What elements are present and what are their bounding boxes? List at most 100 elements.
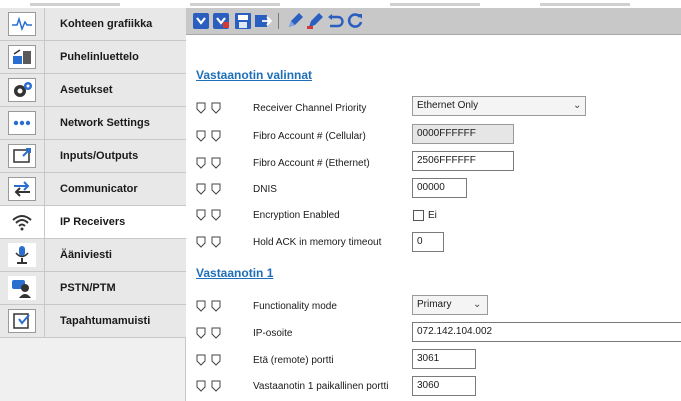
shield-icon (211, 102, 221, 114)
sidebar-divider (44, 206, 45, 238)
sidebar-divider (44, 305, 45, 337)
top-strip-segment (540, 3, 630, 6)
io-icon (8, 144, 36, 168)
sidebar-item-label: Communicator (60, 183, 138, 195)
sidebar-item-label: PSTN/PTM (60, 282, 116, 294)
top-strip-segment (30, 3, 120, 6)
row-status-icons (196, 354, 222, 368)
top-strip-segment (190, 3, 280, 6)
hold-ack-timeout-label: Hold ACK in memory timeout (253, 237, 382, 248)
dnis-field[interactable]: 00000 (412, 178, 467, 198)
sidebar-item-label: Inputs/Outputs (60, 150, 139, 162)
edit-icon[interactable] (286, 12, 304, 30)
sidebar-item-kohteen-grafiikka[interactable]: Kohteen grafiikka (0, 8, 186, 41)
shield-icon (211, 157, 221, 169)
shield-icon (196, 236, 206, 248)
sidebar-item-label: Network Settings (60, 117, 150, 129)
sidebar-divider (44, 239, 45, 271)
shield-icon (196, 130, 206, 142)
shield-icon (211, 327, 221, 339)
ip-address-field[interactable]: 072.142.104.002 (412, 322, 681, 342)
select-value: Primary (417, 299, 452, 310)
section-title-receiver-options: Vastaanotin valinnat (196, 68, 313, 82)
sidebar-item-label: Kohteen grafiikka (60, 18, 153, 30)
sidebar-item-label: IP Receivers (60, 216, 126, 228)
shield-icon (196, 380, 206, 392)
arrows-icon (8, 177, 36, 201)
row-status-icons (196, 102, 222, 116)
encryption-enabled-value: Ei (428, 210, 437, 221)
encryption-enabled-label: Encryption Enabled (253, 210, 340, 221)
dnis-label: DNIS (253, 184, 277, 195)
fibro-account-ethernet-label: Fibro Account # (Ethernet) (253, 158, 370, 169)
fibro-account-cellular-field[interactable]: 0000FFFFFF (412, 124, 514, 144)
phone-person-icon (8, 276, 36, 300)
shield-icon (196, 354, 206, 366)
sidebar-divider (44, 173, 45, 205)
edit-alt-icon[interactable] (306, 12, 324, 30)
transfer-icon[interactable] (254, 12, 273, 30)
sidebar-item-puhelinluettelo[interactable]: Puhelinluettelo (0, 41, 186, 74)
refresh-icon[interactable] (346, 12, 364, 30)
sidebar-item-tapahtumamuisti[interactable]: Tapahtumamuisti (0, 305, 186, 338)
shield-icon (196, 327, 206, 339)
sidebar: Kohteen grafiikka Puhelinluettelo Asetuk… (0, 8, 187, 401)
shield-icon (196, 300, 206, 312)
sidebar-divider (44, 8, 45, 40)
sidebar-item-aaniviesti[interactable]: Ääniviesti (0, 239, 186, 272)
shield-icon (211, 183, 221, 195)
sidebar-divider (44, 107, 45, 139)
shield-icon (196, 157, 206, 169)
row-status-icons (196, 300, 222, 314)
undo-icon[interactable] (326, 12, 344, 30)
chevron-down-icon: ⌄ (573, 100, 582, 111)
shield-icon (196, 209, 206, 221)
ip-address-label: IP-osoite (253, 328, 293, 339)
row-status-icons (196, 209, 222, 223)
hold-ack-timeout-field[interactable]: 0 (412, 232, 444, 252)
row-status-icons (196, 183, 222, 197)
row-status-icons (196, 130, 222, 144)
download-icon[interactable] (192, 12, 210, 30)
sidebar-item-label: Puhelinluettelo (60, 51, 139, 63)
sidebar-item-asetukset[interactable]: Asetukset (0, 74, 186, 107)
toolbar (186, 8, 681, 35)
shield-icon (211, 354, 221, 366)
fibro-account-ethernet-field[interactable]: 2506FFFFFF (412, 151, 514, 171)
functionality-mode-select[interactable]: Primary ⌄ (412, 295, 488, 315)
remote-port-field[interactable]: 3061 (412, 349, 476, 369)
encryption-enabled-checkbox[interactable] (413, 210, 424, 221)
row-status-icons (196, 380, 222, 394)
shield-icon (211, 130, 221, 142)
row-status-icons (196, 327, 222, 341)
toolbar-separator (278, 13, 279, 29)
functionality-mode-label: Functionality mode (253, 301, 337, 312)
local-port-label: Vastaanotin 1 paikallinen portti (253, 381, 389, 392)
shield-icon (196, 183, 206, 195)
row-status-icons (196, 157, 222, 171)
shield-icon (211, 300, 221, 312)
dots-icon (8, 111, 36, 135)
microphone-person-icon (8, 243, 36, 267)
shield-icon (196, 102, 206, 114)
sidebar-divider (44, 74, 45, 106)
select-value: Ethernet Only (417, 100, 479, 111)
sidebar-divider (44, 272, 45, 304)
sidebar-item-pstn-ptm[interactable]: PSTN/PTM (0, 272, 186, 305)
fibro-account-cellular-label: Fibro Account # (Cellular) (253, 131, 366, 142)
save-icon[interactable] (234, 12, 252, 30)
sidebar-item-label: Ääniviesti (60, 249, 112, 261)
receiver-channel-priority-select[interactable]: Ethernet Only ⌄ (412, 96, 586, 116)
sidebar-item-inputs-outputs[interactable]: Inputs/Outputs (0, 140, 186, 173)
upload-icon[interactable] (212, 12, 230, 30)
local-port-field[interactable]: 3060 (412, 376, 476, 396)
top-strip (0, 0, 681, 8)
sidebar-item-ip-receivers[interactable]: IP Receivers (0, 206, 187, 239)
sidebar-item-network-settings[interactable]: Network Settings (0, 107, 186, 140)
chevron-down-icon: ⌄ (473, 299, 482, 310)
wifi-icon (8, 210, 36, 234)
sidebar-divider (44, 41, 45, 73)
gears-icon (8, 78, 36, 102)
shield-icon (211, 380, 221, 392)
sidebar-item-communicator[interactable]: Communicator (0, 173, 186, 206)
